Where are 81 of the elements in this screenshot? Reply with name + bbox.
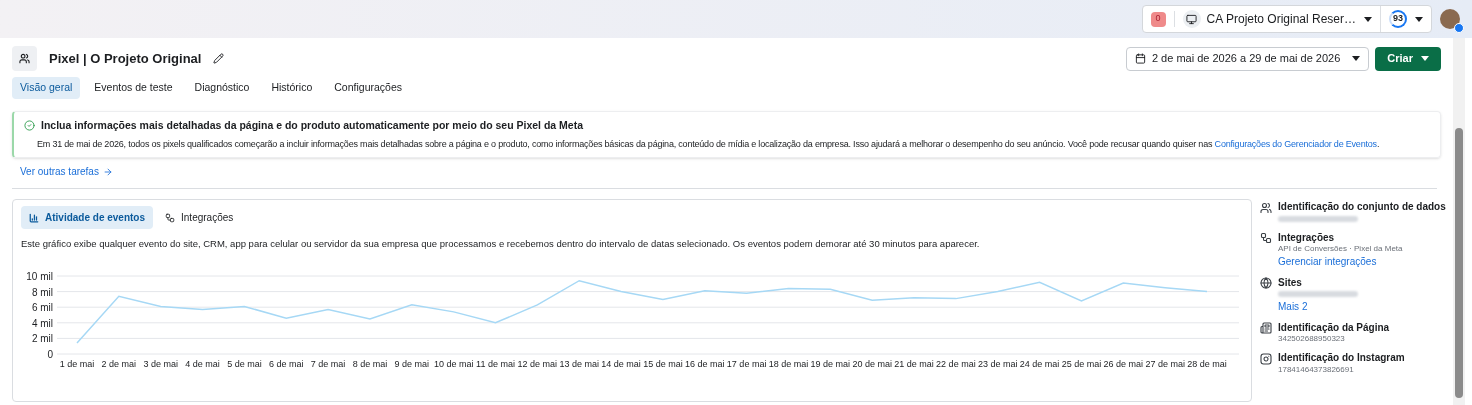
axis-tick-label: 19 de mai (810, 358, 851, 369)
caret-icon (1352, 56, 1361, 61)
axis-tick-label: 15 de mai (643, 358, 683, 369)
axis-tick-label: 7 de mai (310, 358, 346, 369)
axis-tick-label: 10 mil (26, 270, 53, 282)
axis-tick-label: 22 de mai (936, 358, 976, 369)
date-range-picker[interactable]: 2 de mai de 2026 a 29 de mai de 2026 (1125, 46, 1370, 71)
connection-icon (165, 212, 176, 223)
axis-tick-label: 4 de mai (185, 358, 220, 369)
axis-tick-label: 27 de mai (1145, 358, 1185, 369)
ad-account-icon (1182, 10, 1201, 28)
axis-tick-label: 2 mil (31, 332, 53, 344)
scrollbar[interactable] (1453, 38, 1465, 405)
axis-tick-label: 14 de mai (601, 358, 641, 369)
detail-value: 17841464373826691 (1278, 364, 1354, 375)
caret-icon (1415, 16, 1423, 22)
settings-link[interactable]: Configurações do Gerenciador de Eventos (1214, 138, 1377, 149)
tab[interactable]: Diagnóstico (186, 77, 258, 99)
caret-icon (1421, 56, 1429, 61)
pixel-title: Pixel | O Projeto Original (49, 49, 202, 68)
arrow-right-icon (102, 166, 113, 177)
axis-tick-label: 12 de mai (517, 358, 558, 369)
caret-icon (1364, 16, 1372, 22)
check-icon (24, 120, 35, 132)
tab[interactable]: Histórico (263, 77, 321, 99)
calendar-icon (1134, 53, 1146, 64)
axis-tick-label: 10 de mai (433, 358, 474, 369)
axis-tick-label: 24 de mai (1019, 358, 1060, 369)
axis-tick-label: 1 de mai (59, 358, 95, 369)
alert-badge: 0 (1150, 11, 1166, 27)
axis-tick-label: 5 de mai (227, 358, 262, 369)
bar-chart-icon (29, 212, 39, 223)
axis-tick-label: 6 mil (31, 301, 53, 313)
detail-title: Identificação da Página (1278, 321, 1390, 335)
tab[interactable]: Eventos de teste (86, 77, 181, 99)
detail-title: Sites (1278, 276, 1302, 290)
axis-tick-label: 8 mil (31, 286, 53, 298)
axis-tick-label: 0 (47, 348, 53, 360)
notice-title: Inclua informações mais detalhadas da página e do produto automaticamente por meio do seu Pixel da Meta (41, 118, 584, 133)
camera-icon (1260, 352, 1272, 365)
score-badge: 93 (1389, 10, 1407, 28)
axis-tick-label: 6 de mai (269, 358, 304, 369)
notice-text: Em 31 de mai de 2026, todos os pixels qualificados começarão a incluir informações mais detalhadas sobre a página e o produto, como informações básicas da página, conteúdo de mídia e localização da empresa. Isso ajudará a melhorar o desempenho do seu anúncio. Você pode recusar quando quiser nas Configurações do Gerenciador de Eventos. (37, 137, 1380, 151)
axis-tick-label: 25 de mai (1061, 358, 1102, 369)
axis-tick-label: 2 de mai (101, 358, 137, 369)
tab[interactable]: Atividade de eventos (21, 206, 154, 230)
axis-tick-label: 3 de mai (143, 358, 178, 369)
account-name: CA Projeto Original Reser… (1206, 11, 1356, 28)
axis-tick-label: 13 de mai (559, 358, 599, 369)
chart-description: Este gráfico exibe qualquer evento do site, CRM, app para celular ou servidor da sua empresa que processamos e recebemos dentro do intervalo de datas selecionado. Os eventos podem demorar até 30 minutos para aparecer. (21, 237, 981, 252)
tab[interactable]: Integrações (157, 206, 242, 230)
axis-tick-label: 21 de mai (894, 358, 934, 369)
detail-title: Integrações (1278, 231, 1335, 245)
account-switcher[interactable]: 0 CA Projeto Original Reser… 93 (1141, 5, 1432, 33)
axis-tick-label: 16 de mai (685, 358, 725, 369)
axis-tick-label: 26 de mai (1103, 358, 1144, 369)
more-tasks-link[interactable]: Ver outras tarefas (20, 164, 113, 180)
axis-tick-label: 17 de mai (726, 358, 767, 369)
axis-tick-label: 28 de mai (1187, 358, 1227, 369)
detail-link[interactable]: Gerenciar integrações (1278, 256, 1377, 269)
axis-tick-label: 18 de mai (768, 358, 809, 369)
axis-tick-label: 4 mil (31, 317, 53, 329)
detail-title: Identificação do Instagram (1278, 352, 1405, 365)
axis-tick-label: 20 de mai (852, 358, 892, 369)
tab[interactable]: Configurações (326, 77, 410, 99)
axis-tick-label: 23 de mai (978, 358, 1018, 369)
axis-tick-label: 9 de mai (394, 358, 430, 369)
globe-icon (1260, 277, 1272, 289)
detail-value: 342502688950323 (1278, 334, 1345, 345)
detail-title: Identificação do conjunto de dados (1278, 201, 1446, 214)
edit-icon[interactable] (213, 53, 225, 64)
detail-link[interactable]: Mais 2 (1278, 301, 1308, 314)
create-button[interactable]: Criar (1375, 46, 1441, 71)
facebook-badge-icon (1454, 23, 1464, 33)
page-icon (1260, 322, 1272, 334)
detail-value: API de Conversões · Pixel da Meta (1278, 244, 1403, 255)
axis-tick-label: 8 de mai (352, 358, 388, 369)
axis-tick-label: 11 de mai (476, 358, 515, 369)
connection-icon (1260, 232, 1272, 244)
people-icon (1260, 201, 1272, 214)
tab[interactable]: Visão geral (12, 77, 81, 99)
